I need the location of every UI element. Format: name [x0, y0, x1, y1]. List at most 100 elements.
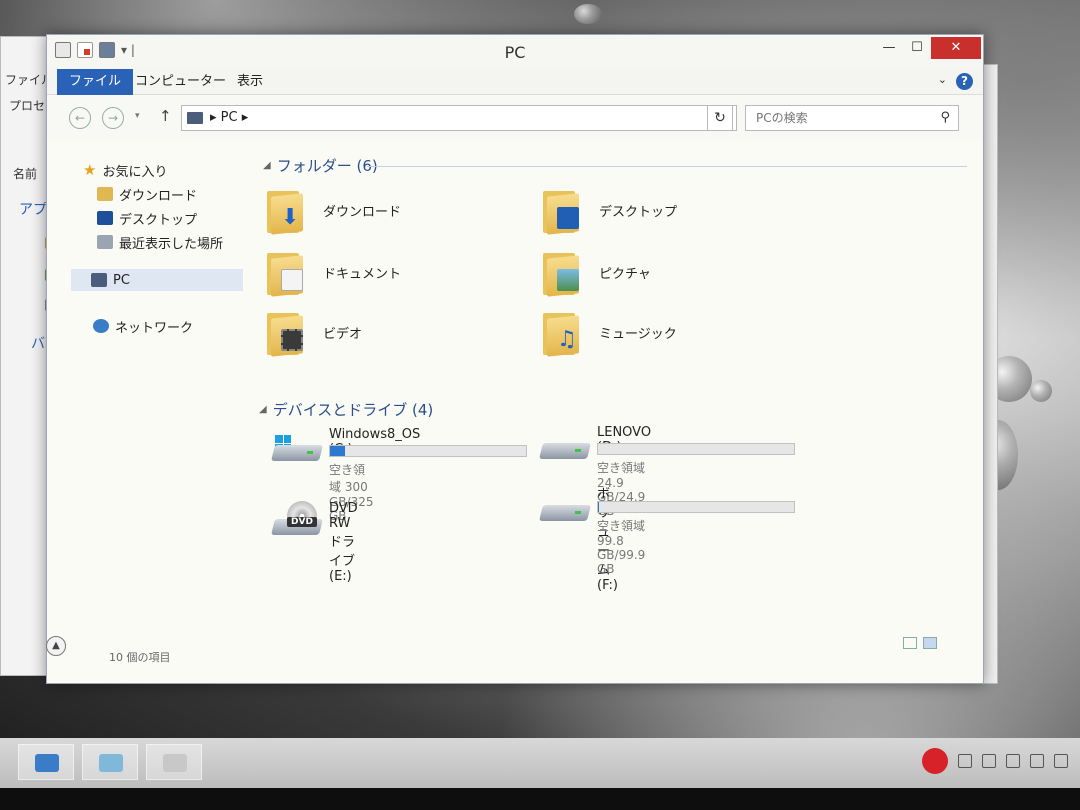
battery-icon[interactable] — [1006, 754, 1020, 768]
minimize-button[interactable]: — — [875, 37, 903, 59]
bg-name-column: 名前 — [13, 167, 38, 181]
network-tray-icon[interactable] — [1030, 754, 1044, 768]
folder-pictures[interactable]: ピクチャ — [543, 249, 651, 297]
recent-locations-dropdown[interactable]: ▾ — [135, 111, 140, 121]
action-center-icon[interactable] — [982, 754, 996, 768]
folders-group-header[interactable]: ◢ フォルダー (6) — [263, 155, 378, 176]
search-input[interactable] — [746, 106, 926, 130]
pc-icon — [91, 273, 107, 287]
tab-file[interactable]: ファイル — [57, 69, 134, 95]
nav-label: デスクトップ — [119, 212, 198, 228]
folder-videos[interactable]: ビデオ — [267, 309, 363, 357]
nav-desktop[interactable]: デスクトップ — [97, 207, 197, 229]
nav-label: ダウンロード — [119, 188, 198, 204]
ribbon-tabs: ファイル コンピューター 表示 ⌄ ? — [47, 69, 983, 95]
antivirus-icon[interactable] — [922, 748, 948, 774]
taskbar — [0, 738, 1080, 788]
folder-documents[interactable]: ドキュメント — [267, 249, 402, 297]
water-drop — [574, 4, 602, 24]
tab-computer[interactable]: コンピューター — [123, 69, 238, 95]
nav-recent-places[interactable]: 最近表示した場所 — [97, 231, 223, 253]
item-count: 10 個の項目 — [109, 651, 171, 664]
taskbar-explorer[interactable] — [82, 744, 138, 780]
folder-desktop[interactable]: デスクトップ — [543, 187, 678, 235]
folder-label: デスクトップ — [599, 204, 678, 220]
hard-drive-icon — [271, 435, 323, 461]
star-icon: ★ — [83, 161, 97, 179]
monitor-bezel — [0, 788, 1080, 810]
drives-group-header[interactable]: ◢ デバイスとドライブ (4) — [259, 399, 433, 420]
back-button[interactable]: ← — [69, 107, 91, 129]
view-switcher — [903, 637, 937, 649]
folder-label: ピクチャ — [599, 266, 651, 282]
recent-places-icon — [97, 235, 113, 249]
folder-label: ビデオ — [323, 326, 363, 342]
navigation-bar: ← → ▾ ↑ ▸ PC ▸ ⌄ ↻ ⚲ — [47, 95, 983, 141]
water-drop — [1030, 380, 1052, 402]
documents-folder-icon — [267, 249, 305, 297]
forward-button[interactable]: → — [102, 107, 124, 129]
help-icon[interactable]: ? — [956, 73, 973, 90]
expand-ribbon-icon[interactable]: ⌄ — [938, 73, 947, 86]
nav-label: ネットワーク — [115, 320, 194, 336]
videos-folder-icon — [267, 309, 305, 357]
taskbar-app[interactable] — [146, 744, 202, 780]
nav-favorites[interactable]: ★ お気に入り — [83, 159, 167, 181]
desktop-folder-icon — [543, 187, 581, 235]
large-icons-view-icon[interactable] — [923, 637, 937, 649]
tab-view[interactable]: 表示 — [225, 69, 275, 95]
nav-label: 最近表示した場所 — [119, 236, 224, 252]
group-divider — [367, 166, 967, 167]
window-title: PC — [504, 43, 526, 62]
nav-network[interactable]: ネットワーク — [93, 315, 193, 337]
dvd-label: DVD — [287, 517, 317, 527]
network-icon — [93, 319, 109, 333]
explorer-window[interactable]: ▾ | PC — ☐ ✕ ファイル コンピューター 表示 ⌄ ? ← → ▾ ↑… — [46, 34, 984, 684]
volume-icon[interactable] — [1054, 754, 1068, 768]
taskbar-task-manager[interactable] — [18, 744, 74, 780]
content-area: ◢ フォルダー (6) ⬇ ダウンロード デスクトップ ドキュメント ピクチャ … — [243, 141, 973, 629]
refresh-button[interactable]: ↻ — [707, 105, 733, 131]
drive-usage-bar — [329, 445, 527, 457]
hard-drive-icon — [539, 435, 591, 459]
close-button[interactable]: ✕ — [931, 37, 981, 59]
hard-drive-icon — [539, 497, 591, 521]
nav-label: お気に入り — [102, 164, 168, 180]
pc-icon — [187, 112, 203, 124]
explorer-icon — [99, 754, 123, 772]
app-icon — [163, 754, 187, 772]
breadcrumb[interactable]: ▸ PC ▸ — [210, 110, 248, 125]
window-controls: — ☐ ✕ — [875, 37, 981, 59]
desktop-icon — [97, 211, 113, 225]
nav-label: PC — [113, 272, 130, 288]
drive-usage-bar — [597, 501, 795, 513]
folder-label: ダウンロード — [323, 204, 402, 220]
show-hidden-icons-icon[interactable] — [958, 754, 972, 768]
folder-label: ミュージック — [599, 326, 677, 342]
search-box[interactable]: ⚲ — [745, 105, 959, 131]
nav-downloads[interactable]: ダウンロード — [97, 183, 197, 205]
maximize-button[interactable]: ☐ — [903, 37, 931, 59]
downloads-folder-icon — [97, 187, 113, 201]
group-title: デバイスとドライブ (4) — [272, 401, 434, 419]
pictures-folder-icon — [543, 249, 581, 297]
collapse-icon[interactable]: ◢ — [263, 160, 271, 171]
folder-label: ドキュメント — [323, 266, 402, 282]
details-view-icon[interactable] — [903, 637, 917, 649]
up-button[interactable]: ↑ — [159, 107, 172, 125]
address-bar[interactable]: ▸ PC ▸ ⌄ — [181, 105, 737, 131]
nav-pc[interactable]: PC — [71, 269, 243, 291]
drive-name: DVD RW ドライブ (E:) — [329, 501, 358, 584]
downloads-folder-icon: ⬇ — [267, 187, 305, 235]
music-folder-icon: ♫ — [543, 309, 581, 357]
title-bar[interactable]: ▾ | PC — ☐ ✕ — [47, 35, 983, 69]
drive-free-space: 空き領域 99.8 GB/99.9 GB — [597, 519, 646, 576]
collapse-icon[interactable]: ◢ — [259, 404, 267, 415]
system-tray — [922, 748, 1068, 774]
search-icon[interactable]: ⚲ — [940, 110, 950, 125]
folder-music[interactable]: ♫ ミュージック — [543, 309, 677, 357]
group-title: フォルダー (6) — [276, 157, 378, 175]
folder-downloads[interactable]: ⬇ ダウンロード — [267, 187, 402, 235]
dvd-drive-icon: DVD — [271, 501, 323, 535]
scroll-up-icon[interactable]: ▲ — [46, 636, 66, 656]
